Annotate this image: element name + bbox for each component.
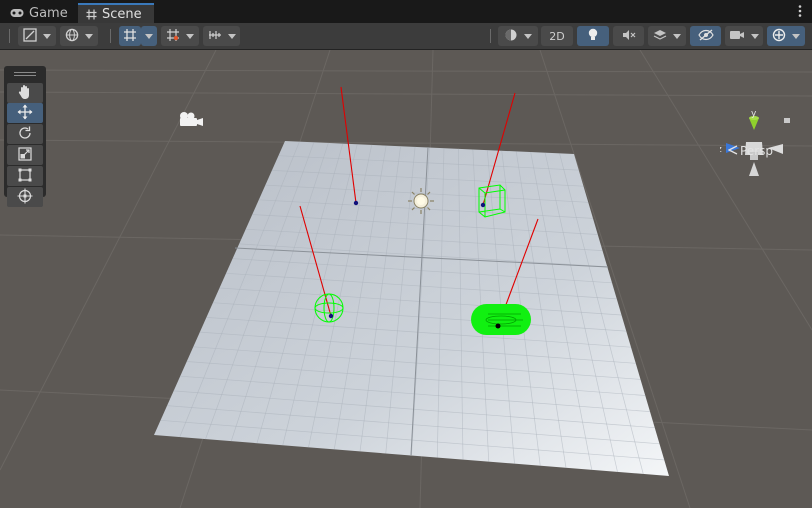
transform-tool-button[interactable] [7,187,43,207]
shading-mode-dropdown[interactable] [498,26,538,46]
effects-dropdown[interactable] [648,26,686,46]
gizmos-dropdown[interactable] [767,26,805,46]
projection-toggle[interactable]: Persp [727,144,773,158]
increment-snap-dropdown[interactable] [161,26,199,46]
palette-grip[interactable] [14,71,36,77]
capsule-collider-gizmo[interactable] [471,304,531,335]
rotate-icon [17,125,33,144]
scene-canvas[interactable] [0,50,812,508]
scene-viewport[interactable]: y z Persp [0,50,812,508]
hash-icon [86,9,97,20]
tab-label: Scene [102,6,142,22]
chevron-down-icon [673,33,681,39]
z-axis-label: z [720,145,722,155]
chevron-down-icon [751,33,759,39]
toolbar-separator [490,29,491,43]
chevron-down-icon [524,33,532,39]
ground-plane[interactable] [154,141,669,476]
scale-icon [18,146,32,164]
layers-icon [653,28,667,45]
global-local-dropdown[interactable] [60,26,98,46]
shaded-sphere-icon [504,28,518,45]
mute-icon [622,29,636,44]
tab-label: Game [29,5,68,21]
audio-toggle[interactable] [613,26,644,46]
camera-settings-dropdown[interactable] [725,26,763,46]
chevron-down-icon [227,33,236,39]
move-arrows-icon [17,104,33,123]
y-axis-label: y [751,109,757,119]
scene-toolbar: 2D [0,23,812,50]
scale-tool-button[interactable] [7,145,43,165]
lightbulb-icon [587,28,599,45]
gizmo-sphere-icon [772,28,786,45]
2d-toggle[interactable]: 2D [541,26,573,46]
gamepad-icon [10,8,24,18]
chevron-down-icon [145,33,153,39]
rect-tool-button[interactable] [7,166,43,186]
grid-snapping-toggle[interactable] [119,26,141,46]
lighting-toggle[interactable] [577,26,609,46]
transform-icon [17,188,33,207]
hand-tool-button[interactable] [7,83,43,103]
scene-visibility-toggle[interactable] [690,26,721,46]
hit-point [353,200,359,206]
scene-view-window: Game Scene 2D y Persp [0,0,812,508]
toolbar-grip [9,29,10,43]
chevron-down-icon [792,33,800,39]
more-options-icon[interactable] [796,4,804,18]
camera-icon [729,29,745,44]
chevron-down-icon [85,33,93,39]
ruler-snap-dropdown[interactable] [203,26,240,46]
projection-label: Persp [740,144,773,158]
move-tool-button[interactable] [7,103,43,123]
perspective-icon [727,144,738,158]
hit-point [480,202,486,208]
chevron-down-icon [43,33,51,39]
tab-game[interactable]: Game [2,3,76,23]
hit-point [495,323,501,329]
ruler-icon [208,28,222,45]
hit-point [328,313,334,319]
rect-transform-icon [18,168,32,185]
draw-mode-icon [23,27,37,45]
draw-mode-dropdown[interactable] [18,26,56,46]
hand-icon [18,84,32,103]
hidden-eye-icon [697,28,714,44]
tool-palette [4,66,46,207]
globe-icon [65,28,79,45]
toolbar-separator [110,29,111,43]
rotate-tool-button[interactable] [7,124,43,144]
grid-snap-icon [123,28,137,45]
tab-bar: Game Scene [0,0,812,24]
tab-scene[interactable]: Scene [78,3,154,23]
chevron-down-icon [186,33,194,39]
increment-snap-icon [166,28,180,45]
camera-gizmo-icon[interactable] [180,112,203,126]
grid-snapping-dropdown[interactable] [141,26,157,46]
